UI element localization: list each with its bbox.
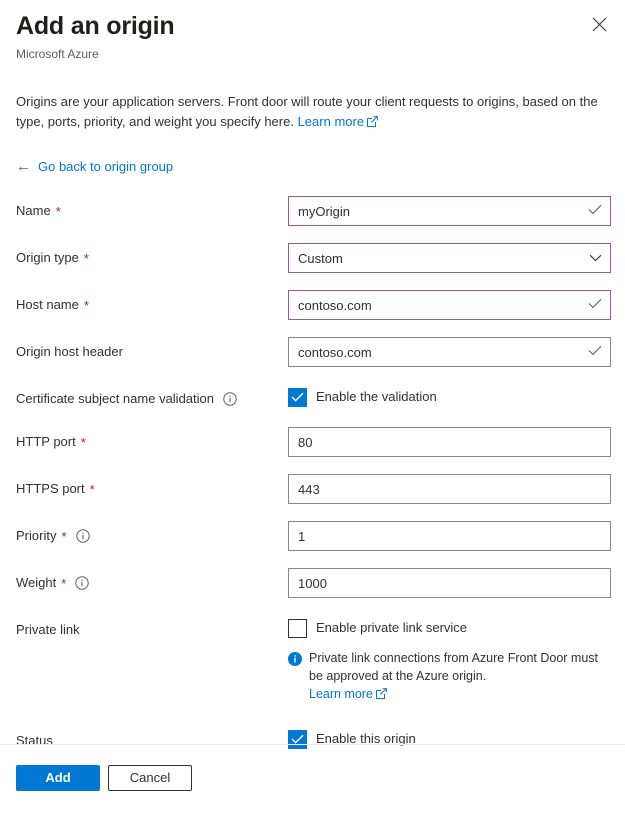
label-private-link-text: Private link xyxy=(16,620,80,640)
status-checkbox-label: Enable this origin xyxy=(316,729,416,749)
label-origin-type-text: Origin type xyxy=(16,248,79,268)
required-asterisk: * xyxy=(90,483,95,496)
external-link-icon xyxy=(376,686,387,704)
label-priority-text: Priority xyxy=(16,526,56,546)
form-row-cert-validation: Certificate subject name validation Enab… xyxy=(16,384,611,410)
info-icon[interactable] xyxy=(76,529,90,543)
field-https-port xyxy=(288,474,611,504)
origin-host-header-input[interactable] xyxy=(288,337,611,367)
https-port-input[interactable] xyxy=(288,474,611,504)
cert-validation-checkbox-row[interactable]: Enable the validation xyxy=(288,384,611,407)
cancel-button[interactable]: Cancel xyxy=(108,765,192,791)
required-asterisk: * xyxy=(61,577,66,590)
required-asterisk: * xyxy=(81,436,86,449)
info-filled-icon xyxy=(288,649,302,704)
form-row-host-name: Host name * xyxy=(16,290,611,320)
label-name-text: Name xyxy=(16,201,51,221)
field-name xyxy=(288,196,611,226)
back-link-label[interactable]: Go back to origin group xyxy=(38,159,173,174)
page-subtitle: Microsoft Azure xyxy=(16,46,609,62)
label-priority: Priority * xyxy=(16,521,288,546)
label-https-port-text: HTTPS port xyxy=(16,479,85,499)
info-icon[interactable] xyxy=(75,576,89,590)
origin-type-select[interactable]: Custom xyxy=(288,243,611,273)
label-host-name: Host name * xyxy=(16,290,288,315)
private-link-checkbox-row[interactable]: Enable private link service xyxy=(288,615,611,638)
host-name-input[interactable] xyxy=(288,290,611,320)
field-private-link: Enable private link service Private link… xyxy=(288,615,611,704)
label-name: Name * xyxy=(16,196,288,221)
cert-validation-checkbox-label: Enable the validation xyxy=(316,387,437,407)
label-origin-host-header-text: Origin host header xyxy=(16,342,123,362)
label-private-link: Private link xyxy=(16,615,288,640)
label-weight: Weight * xyxy=(16,568,288,593)
footer-divider xyxy=(0,744,625,745)
form-row-name: Name * xyxy=(16,196,611,226)
label-origin-type: Origin type * xyxy=(16,243,288,268)
checkmark-icon xyxy=(291,392,304,402)
origin-form: Name * Origin type * Custom xyxy=(0,196,625,752)
field-status: Enable this origin xyxy=(288,726,611,749)
footer-actions: Add Cancel xyxy=(16,765,192,791)
required-asterisk: * xyxy=(56,205,61,218)
field-http-port xyxy=(288,427,611,457)
private-link-checkbox-label: Enable private link service xyxy=(316,618,467,638)
status-checkbox[interactable] xyxy=(288,730,307,749)
field-origin-type: Custom xyxy=(288,243,611,273)
label-weight-text: Weight xyxy=(16,573,56,593)
form-row-http-port: HTTP port * xyxy=(16,427,611,457)
page-title: Add an origin xyxy=(16,10,609,42)
private-link-learn-more-link[interactable]: Learn more xyxy=(309,687,373,701)
http-port-input[interactable] xyxy=(288,427,611,457)
private-link-note: Private link connections from Azure Fron… xyxy=(288,649,608,704)
label-cert-validation: Certificate subject name validation xyxy=(16,384,288,409)
required-asterisk: * xyxy=(84,299,89,312)
panel-description: Origins are your application servers. Fr… xyxy=(0,92,625,133)
form-row-https-port: HTTPS port * xyxy=(16,474,611,504)
label-cert-validation-text: Certificate subject name validation xyxy=(16,389,214,409)
panel-header: Add an origin Microsoft Azure xyxy=(0,0,625,62)
private-link-note-text: Private link connections from Azure Fron… xyxy=(309,651,598,683)
priority-input[interactable] xyxy=(288,521,611,551)
checkmark-icon xyxy=(291,734,304,744)
external-link-icon xyxy=(367,113,378,133)
weight-input[interactable] xyxy=(288,568,611,598)
form-row-weight: Weight * xyxy=(16,568,611,598)
description-learn-more-link[interactable]: Learn more xyxy=(298,114,364,129)
info-icon[interactable] xyxy=(223,392,237,406)
label-status-text: Status xyxy=(16,731,53,751)
form-row-private-link: Private link Enable private link service… xyxy=(16,615,611,704)
arrow-left-icon: ← xyxy=(16,159,31,174)
field-priority xyxy=(288,521,611,551)
field-origin-host-header xyxy=(288,337,611,367)
back-to-origin-group-link[interactable]: ← Go back to origin group xyxy=(0,159,625,174)
label-http-port-text: HTTP port xyxy=(16,432,76,452)
add-button[interactable]: Add xyxy=(16,765,100,791)
close-icon xyxy=(592,17,607,32)
form-row-status: Status Enable this origin xyxy=(16,726,611,752)
field-host-name xyxy=(288,290,611,320)
label-host-name-text: Host name xyxy=(16,295,79,315)
label-status: Status xyxy=(16,726,288,751)
private-link-checkbox[interactable] xyxy=(288,619,307,638)
field-cert-validation: Enable the validation xyxy=(288,384,611,407)
label-https-port: HTTPS port * xyxy=(16,474,288,499)
label-origin-host-header: Origin host header xyxy=(16,337,288,362)
form-row-origin-type: Origin type * Custom xyxy=(16,243,611,273)
name-input[interactable] xyxy=(288,196,611,226)
form-row-origin-host-header: Origin host header xyxy=(16,337,611,367)
required-asterisk: * xyxy=(61,530,66,543)
field-weight xyxy=(288,568,611,598)
close-button[interactable] xyxy=(585,10,613,38)
status-checkbox-row[interactable]: Enable this origin xyxy=(288,726,611,749)
label-http-port: HTTP port * xyxy=(16,427,288,452)
cert-validation-checkbox[interactable] xyxy=(288,388,307,407)
required-asterisk: * xyxy=(84,252,89,265)
private-link-note-body: Private link connections from Azure Fron… xyxy=(309,649,608,704)
form-row-priority: Priority * xyxy=(16,521,611,551)
